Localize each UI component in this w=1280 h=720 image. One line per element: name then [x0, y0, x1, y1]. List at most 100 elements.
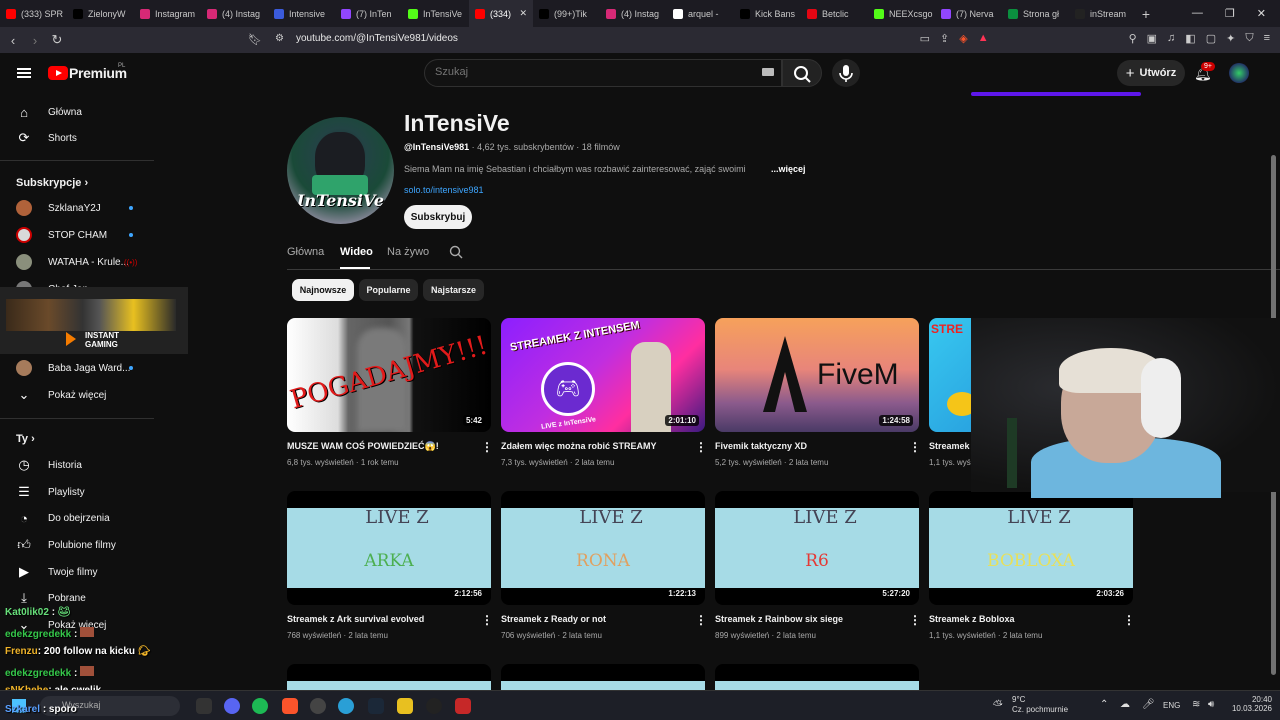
sidebar-item-liked[interactable]: 👍︎ Polubione filmy	[0, 532, 154, 558]
brave-shield-icon[interactable]: ◈	[959, 32, 967, 45]
sidebar-item-history[interactable]: ◷ Historia	[0, 452, 154, 478]
extensions-icon[interactable]: ⚲	[1129, 32, 1137, 45]
video-thumbnail[interactable]: LIVE Z BOBLOXA 2:03:26	[929, 491, 1133, 605]
subscribe-button[interactable]: Subskrybuj	[404, 205, 472, 229]
video-card[interactable]: STREAMEK Z INTENSEM 🎮︎ LIVE z InTensiVe …	[501, 318, 707, 467]
browser-tab[interactable]: Instagram	[134, 0, 201, 27]
more-options-icon[interactable]: ⋮	[1123, 613, 1135, 627]
channel-avatar[interactable]: InTensiVe	[287, 117, 394, 224]
brave-rewards-icon[interactable]: ▲	[978, 32, 989, 45]
browser-tab[interactable]: (99+)Tik	[533, 0, 600, 27]
app-icon[interactable]	[397, 698, 413, 714]
video-title[interactable]: Zdałem więc można robić STREAMY	[501, 441, 657, 451]
more-options-icon[interactable]: ⋮	[909, 440, 921, 454]
sidebar-item-your-videos[interactable]: ▶ Twoje filmy	[0, 559, 154, 585]
vpn-icon[interactable]: ⛉	[1245, 32, 1253, 45]
video-thumbnail[interactable]: LIVE Z RONA 1:22:13	[501, 491, 705, 605]
tab-home[interactable]: Główna	[287, 246, 324, 258]
wallet-icon[interactable]: ▢	[1206, 32, 1216, 45]
video-title[interactable]: Streamek z Ark survival evolved	[287, 614, 424, 624]
video-card[interactable]: FiveM 1:24:58 Fivemik taktyczny XD 5,2 t…	[715, 318, 921, 467]
browser-tab[interactable]: InTensiVe	[402, 0, 469, 27]
search-box[interactable]	[424, 59, 782, 87]
video-thumbnail[interactable]	[287, 664, 491, 690]
language-indicator[interactable]: ENG	[1163, 701, 1180, 710]
cast-icon[interactable]: ▭	[920, 32, 930, 45]
video-thumbnail[interactable]	[715, 664, 919, 690]
clock[interactable]: 20:40 10.03.2026	[1232, 695, 1272, 713]
chip-newest[interactable]: Najnowsze	[292, 279, 354, 301]
app-icon[interactable]	[455, 698, 471, 714]
new-tab-button[interactable]: +	[1136, 6, 1156, 22]
network-tray-icon[interactable]: ☁︎	[1120, 699, 1130, 710]
video-card[interactable]: LIVE Z RONA 1:22:13 Streamek z Ready or …	[501, 491, 707, 640]
video-thumbnail[interactable]: FiveM 1:24:58	[715, 318, 919, 432]
browser-tab[interactable]: arquel -	[667, 0, 734, 27]
edge-icon[interactable]	[338, 698, 354, 714]
browser-tab[interactable]: Intensive	[268, 0, 335, 27]
media-icon[interactable]: ♫	[1167, 32, 1175, 45]
video-title[interactable]: Streamek	[929, 441, 970, 451]
create-button[interactable]: + Utwórz	[1117, 60, 1185, 86]
video-title[interactable]: Streamek z Rainbow six siege	[715, 614, 843, 624]
sidebar-toggle-icon[interactable]: ◧	[1185, 32, 1195, 45]
youtube-logo-icon[interactable]	[48, 66, 68, 80]
more-options-icon[interactable]: ⋮	[481, 613, 493, 627]
chip-oldest[interactable]: Najstarsze	[423, 279, 484, 301]
chip-popular[interactable]: Popularne	[359, 279, 418, 301]
video-title[interactable]: Fivemik taktyczny XD	[715, 441, 807, 451]
screenshot-icon[interactable]: ▣	[1147, 32, 1157, 45]
discord-icon[interactable]	[224, 698, 240, 714]
more-options-icon[interactable]: ⋮	[909, 613, 921, 627]
hamburger-menu-icon[interactable]	[17, 68, 31, 78]
browser-tab[interactable]: (4) Instag	[201, 0, 268, 27]
more-options-icon[interactable]: ⋮	[481, 440, 493, 454]
browser-tab[interactable]: inStream	[1069, 0, 1136, 27]
browser-tab[interactable]: (7) InTen	[335, 0, 402, 27]
sidebar-item-shorts[interactable]: ⟳ Shorts	[0, 125, 154, 151]
url-field[interactable]: youtube.com/@InTensiVe981/videos	[296, 33, 458, 44]
keyboard-icon[interactable]	[762, 68, 774, 76]
subscription-item[interactable]: SzklanaY2J	[0, 195, 154, 221]
video-thumbnail[interactable]: LIVE Z R6 5:27:20	[715, 491, 919, 605]
video-card[interactable]: STRE Streamek 1,1 tys. wyś	[929, 318, 971, 478]
video-thumbnail[interactable]: STREAMEK Z INTENSEM 🎮︎ LIVE z InTensiVe …	[501, 318, 705, 432]
forward-icon[interactable]: ›	[26, 33, 44, 48]
video-thumbnail[interactable]: STRE	[929, 318, 971, 432]
more-options-icon[interactable]: ⋮	[695, 613, 707, 627]
wifi-icon[interactable]: ≋	[1192, 699, 1200, 710]
share-icon[interactable]: ⇪	[940, 32, 949, 45]
browser-tab[interactable]: Kick Bans	[734, 0, 801, 27]
minimize-icon[interactable]: —	[1192, 7, 1203, 20]
subscriptions-heading[interactable]: Subskrypcje ›	[16, 177, 88, 189]
app-icon[interactable]	[426, 698, 442, 714]
subscription-item[interactable]: WATAHA - Krule... ((•))	[0, 249, 154, 275]
browser-tab[interactable]: (334) ✕	[469, 0, 533, 27]
obs-icon[interactable]	[310, 698, 326, 714]
reload-icon[interactable]: ↻	[48, 32, 66, 48]
account-avatar[interactable]	[1229, 63, 1249, 83]
subscription-item[interactable]: Baba Jaga Ward...	[0, 355, 154, 381]
browser-tab[interactable]: Betclic	[801, 0, 868, 27]
sidebar-item-watch-later[interactable]: ◔ Do obejrzenia	[0, 505, 154, 531]
app-icon[interactable]	[196, 698, 212, 714]
browser-tab[interactable]: (7) Nerva	[935, 0, 1002, 27]
browser-tab[interactable]: ZielonyW	[67, 0, 134, 27]
description-more-link[interactable]: ...więcej	[771, 164, 806, 174]
search-button[interactable]	[782, 59, 822, 87]
search-input[interactable]	[435, 66, 735, 78]
you-heading[interactable]: Ty ›	[16, 433, 35, 445]
video-thumbnail[interactable]: POGADAJMY!!! 5:42	[287, 318, 491, 432]
steam-icon[interactable]	[368, 698, 384, 714]
channel-description[interactable]: Siema Mam na imię Sebastian i chciałbym …	[404, 164, 746, 174]
more-options-icon[interactable]: ⋮	[695, 440, 707, 454]
spotify-icon[interactable]	[252, 698, 268, 714]
subscription-item[interactable]: STOP CHAM	[0, 222, 154, 248]
show-more-subscriptions[interactable]: ⌄ Pokaż więcej	[0, 382, 154, 408]
video-card[interactable]: POGADAJMY!!! 5:42 MUSZE WAM COŚ POWIEDZI…	[287, 318, 493, 467]
microphone-tray-icon[interactable]: 🎤︎	[1142, 699, 1155, 710]
browser-tab[interactable]: (333) SPR	[0, 0, 67, 27]
maximize-icon[interactable]: ❐	[1225, 7, 1235, 20]
browser-tab[interactable]: NEEXcsgo	[868, 0, 935, 27]
browser-tab[interactable]: Strona gł	[1002, 0, 1069, 27]
